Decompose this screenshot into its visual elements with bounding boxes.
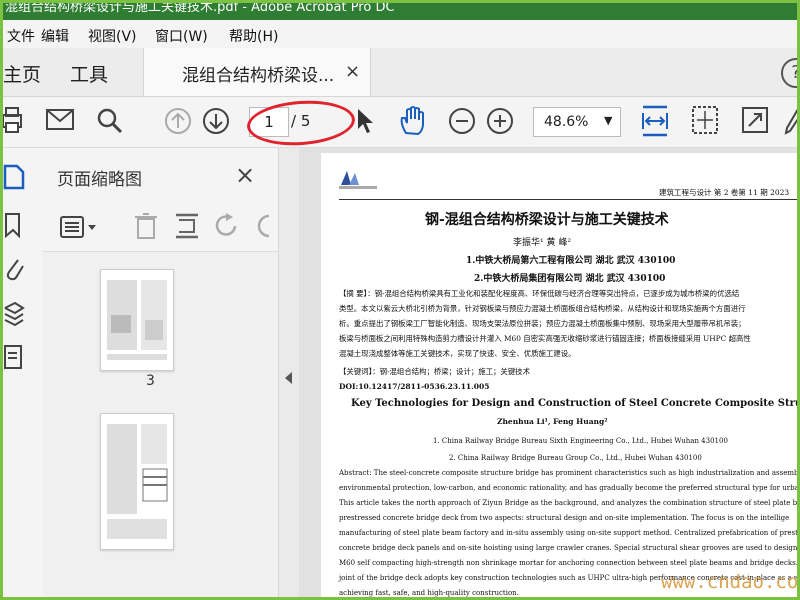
abstract-cn-line: 析。重点提出了钢板梁工厂智能化制造、现场支架法原位拼装；预应力混凝土桥面板集中预… (339, 319, 746, 328)
fit-page-icon[interactable] (691, 105, 719, 135)
affiliation-1: 1.中铁大桥局第六工程有限公司 湖北 武汉 430100 (466, 256, 676, 266)
abstract-en-line: M60 self compacting high-strength non sh… (339, 559, 800, 567)
paper-authors: 李振华¹ 黄 峰² (513, 238, 571, 248)
fullscreen-icon[interactable] (742, 107, 768, 133)
pdf-page: 建筑工程与设计 第 2 卷第 11 期 2023 钢-混组合结构桥梁设计与施工关… (321, 153, 800, 597)
panel-title: 页面缩略图 (57, 170, 142, 190)
page-thumbnail-4[interactable] (100, 413, 174, 550)
search-icon[interactable] (96, 107, 124, 135)
abstract-en-line: achieving fast, safe, and high-quality c… (339, 589, 519, 597)
thumbnail-list: 3 (43, 251, 278, 597)
abstract-cn-line: 混凝土现浇成整体等施工关键技术，实现了快速、安全、优质施工建设。 (339, 349, 576, 358)
page-down-icon[interactable] (202, 107, 230, 135)
tab-document[interactable]: 混组合结构桥梁设... × (143, 48, 371, 96)
panel-collapse-handle[interactable] (278, 148, 299, 597)
keywords-cn: 【关键词】：钢-混组合结构；桥梁；设计；施工；关键技术 (339, 367, 530, 376)
watermark-url: www.cndao.com (661, 571, 800, 593)
select-cursor-icon[interactable] (356, 107, 376, 135)
abstract-en-line: prestressed concrete bridge deck from tw… (339, 514, 790, 522)
zoom-value: 48.6% (544, 114, 589, 130)
mail-icon[interactable] (46, 109, 74, 131)
document-view[interactable]: 建筑工程与设计 第 2 卷第 11 期 2023 钢-混组合结构桥梁设计与施工关… (299, 148, 800, 597)
menu-file[interactable]: 文件 (7, 26, 35, 46)
trash-icon[interactable] (134, 212, 158, 240)
hand-icon[interactable] (398, 105, 428, 137)
layers-icon[interactable] (3, 300, 25, 328)
page-thumbnails-icon[interactable] (3, 164, 25, 190)
bookmark-icon[interactable] (3, 212, 25, 238)
abstract-cn-line: 板梁与桥面板之间利用特殊构造剪力槽设计并灌入 M60 自密实高强无收缩砂浆进行锚… (339, 334, 751, 343)
abstract-en-line: environmental protection, low-carbon, an… (339, 484, 800, 492)
menu-bar: 文件 编辑 视图(V) 窗口(W) 帮助(H) (3, 20, 797, 48)
abstract-en-line: Abstract: The steel-concrete composite s… (339, 469, 800, 477)
tab-home[interactable]: 主页 (3, 60, 41, 87)
close-tab-button[interactable]: × (345, 61, 360, 82)
title-bar: 混组合结构桥梁设计与施工关键技术.pdf - Adobe Acrobat Pro… (3, 3, 797, 20)
authors-en: Zhenhua Li¹, Feng Huang² (497, 417, 608, 426)
affiliation-2-en: 2. China Railway Bridge Bureau Group Co.… (449, 454, 702, 462)
paper-title: 钢-混组合结构桥梁设计与施工关键技术 (425, 212, 669, 228)
abstract-en-line: concrete bridge deck panels and on-site … (339, 544, 800, 552)
page-up-icon[interactable] (164, 107, 192, 135)
menu-edit[interactable]: 编辑 (41, 26, 69, 46)
page-thumbnail-3[interactable] (100, 269, 174, 371)
zoom-select[interactable]: 48.6% ▼ (533, 107, 621, 137)
menu-window[interactable]: 窗口(W) (155, 26, 208, 46)
thumbnails-panel: 页面缩略图 × 3 (43, 148, 307, 597)
collapse-arrow-icon (285, 372, 292, 384)
extract-pages-icon[interactable] (174, 212, 200, 240)
header-rule (339, 199, 797, 200)
menu-help[interactable]: 帮助(H) (229, 26, 278, 46)
rotate-icon[interactable] (215, 212, 241, 240)
fit-width-icon[interactable] (640, 103, 670, 139)
tab-bar: 主页 工具 (3, 48, 797, 97)
paper-title-en: Key Technologies for Design and Construc… (351, 398, 800, 409)
document-tab-title: 混组合结构桥梁设... (182, 66, 335, 86)
thumbnail-label: 3 (146, 373, 155, 389)
affiliation-1-en: 1. China Railway Bridge Bureau Sixth Eng… (433, 437, 728, 445)
rotate-right-icon[interactable] (257, 212, 277, 240)
tab-tools[interactable]: 工具 (70, 60, 108, 87)
pen-icon[interactable] (784, 107, 800, 135)
journal-header: 建筑工程与设计 第 2 卷第 11 期 2023 (659, 188, 790, 197)
chevron-down-icon: ▼ (604, 114, 613, 127)
abstract-en-line: This article takes the north approach of… (339, 499, 800, 507)
menu-view[interactable]: 视图(V) (88, 26, 137, 46)
zoom-out-icon[interactable] (448, 107, 476, 135)
thumbnail-options-icon[interactable] (59, 214, 99, 240)
print-icon[interactable] (3, 105, 25, 135)
abstract-cn-line: 类型。本文以紫云大桥北引桥为背景，针对钢板梁与预应力混凝土桥面板组合结构桥梁，从… (339, 304, 746, 313)
app-window: 混组合结构桥梁设计与施工关键技术.pdf - Adobe Acrobat Pro… (0, 0, 800, 600)
abstract-en-line: manufacturing of steel plate beam factor… (339, 529, 800, 537)
affiliation-2: 2.中铁大桥局集团有限公司 湖北 武汉 430100 (474, 274, 666, 284)
journal-logo (339, 171, 377, 189)
left-navigation-strip (3, 148, 44, 597)
close-panel-button[interactable]: × (235, 161, 255, 189)
doi: DOI:10.12417/2811-0536.23.11.005 (339, 382, 490, 391)
attachment-icon[interactable] (3, 254, 25, 282)
abstract-cn-line: 【摘 要】：钢-混组合结构桥梁具有工业化和装配化程度高、环保低碳与经济合理等突出… (339, 289, 740, 298)
document-icon[interactable] (3, 344, 25, 372)
zoom-in-icon[interactable] (486, 107, 514, 135)
